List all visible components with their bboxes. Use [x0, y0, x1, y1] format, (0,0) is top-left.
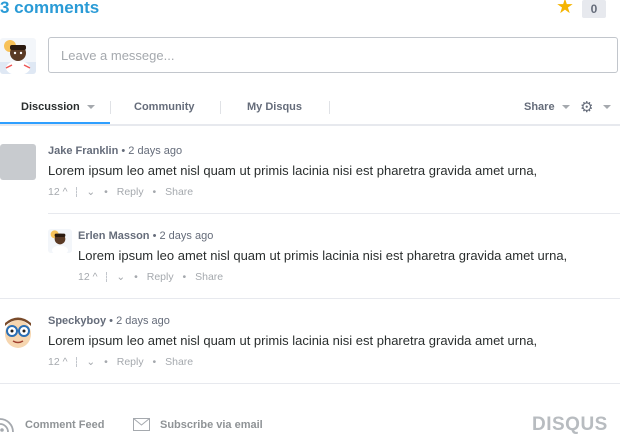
tab-discussion[interactable]: Discussion	[21, 101, 95, 113]
comment-author[interactable]: Jake Franklin • 2 days ago	[48, 145, 182, 157]
comment-timestamp[interactable]: • 2 days ago	[153, 230, 214, 242]
comment-author[interactable]: Speckyboy • 2 days ago	[48, 315, 170, 327]
reply-link[interactable]: Reply	[117, 356, 144, 368]
avatar[interactable]	[0, 144, 36, 180]
vote-count: 12	[48, 186, 60, 198]
comment-divider	[48, 213, 620, 214]
tab-my-disqus[interactable]: My Disqus	[247, 101, 302, 113]
vote-count: 12	[48, 356, 60, 368]
disqus-logo[interactable]: DISQUS	[532, 414, 608, 434]
reply-link[interactable]: Reply	[117, 186, 144, 198]
subscribe-email-link[interactable]: Subscribe via email	[160, 419, 263, 431]
star-count-badge: 0	[582, 0, 606, 18]
discussion-nav: Discussion Community My Disqus Share ⚙	[0, 94, 620, 126]
reply-link[interactable]: Reply	[147, 271, 174, 283]
separator-dot: •	[134, 271, 138, 283]
comment-author[interactable]: Erlen Masson • 2 days ago	[78, 230, 213, 242]
comment-timestamp[interactable]: • 2 days ago	[121, 145, 182, 157]
nav-divider	[220, 101, 221, 114]
vote-divider	[76, 187, 78, 198]
share-link[interactable]: Share	[195, 271, 223, 283]
mail-icon[interactable]	[133, 418, 150, 434]
downvote-icon[interactable]: ⌄	[116, 271, 125, 283]
comment-body: Lorem ipsum leo amet nisl quam ut primis…	[48, 163, 538, 178]
comment-author-name[interactable]: Speckyboy	[48, 315, 106, 327]
chevron-down-icon[interactable]	[603, 105, 611, 109]
separator-dot: •	[152, 186, 157, 198]
avatar[interactable]	[0, 314, 36, 350]
comment-footer: 12 ^ ⌄ • Reply • Share	[78, 271, 223, 283]
comment-input[interactable]	[48, 37, 618, 73]
nav-divider	[329, 101, 330, 114]
tab-discussion-label: Discussion	[21, 101, 80, 113]
chevron-down-icon	[561, 105, 570, 110]
share-link[interactable]: Share	[165, 186, 193, 198]
comment-author-name[interactable]: Erlen Masson	[78, 230, 150, 242]
separator-dot: •	[104, 356, 108, 368]
separator-dot: •	[152, 356, 157, 368]
comment-feed-link[interactable]: Comment Feed	[25, 419, 104, 431]
chevron-down-icon	[86, 105, 95, 110]
gear-icon[interactable]: ⚙	[580, 100, 593, 115]
vote-divider	[106, 272, 108, 283]
star-icon[interactable]: ★	[556, 0, 574, 17]
share-menu-label: Share	[524, 101, 555, 113]
comment-footer: 12 ^ ⌄ • Reply • Share	[48, 186, 193, 198]
user-avatar[interactable]	[0, 38, 36, 74]
comment-timestamp[interactable]: • 2 days ago	[109, 315, 170, 327]
downvote-icon[interactable]: ⌄	[86, 356, 95, 368]
share-menu-button[interactable]: Share	[524, 101, 570, 113]
comment-divider	[0, 298, 620, 299]
comment-body: Lorem ipsum leo amet nisl quam ut primis…	[78, 248, 568, 263]
upvote-icon[interactable]: ^	[93, 271, 98, 283]
vote-divider	[76, 357, 78, 368]
separator-dot: •	[182, 271, 187, 283]
tab-community[interactable]: Community	[134, 101, 195, 113]
upvote-icon[interactable]: ^	[63, 356, 68, 368]
avatar[interactable]	[48, 229, 72, 253]
comment-body: Lorem ipsum leo amet nisl quam ut primis…	[48, 333, 538, 348]
comment-footer: 12 ^ ⌄ • Reply • Share	[48, 356, 193, 368]
active-tab-indicator	[0, 122, 110, 124]
comment-count: 3 comments	[0, 0, 100, 17]
separator-dot: •	[104, 186, 108, 198]
vote-count: 12	[78, 271, 90, 283]
comment-divider	[0, 383, 620, 384]
comment-author-name[interactable]: Jake Franklin	[48, 145, 118, 157]
nav-divider	[110, 101, 111, 114]
upvote-icon[interactable]: ^	[63, 186, 68, 198]
share-link[interactable]: Share	[165, 356, 193, 368]
downvote-icon[interactable]: ⌄	[86, 186, 95, 198]
rss-icon[interactable]	[0, 418, 14, 434]
